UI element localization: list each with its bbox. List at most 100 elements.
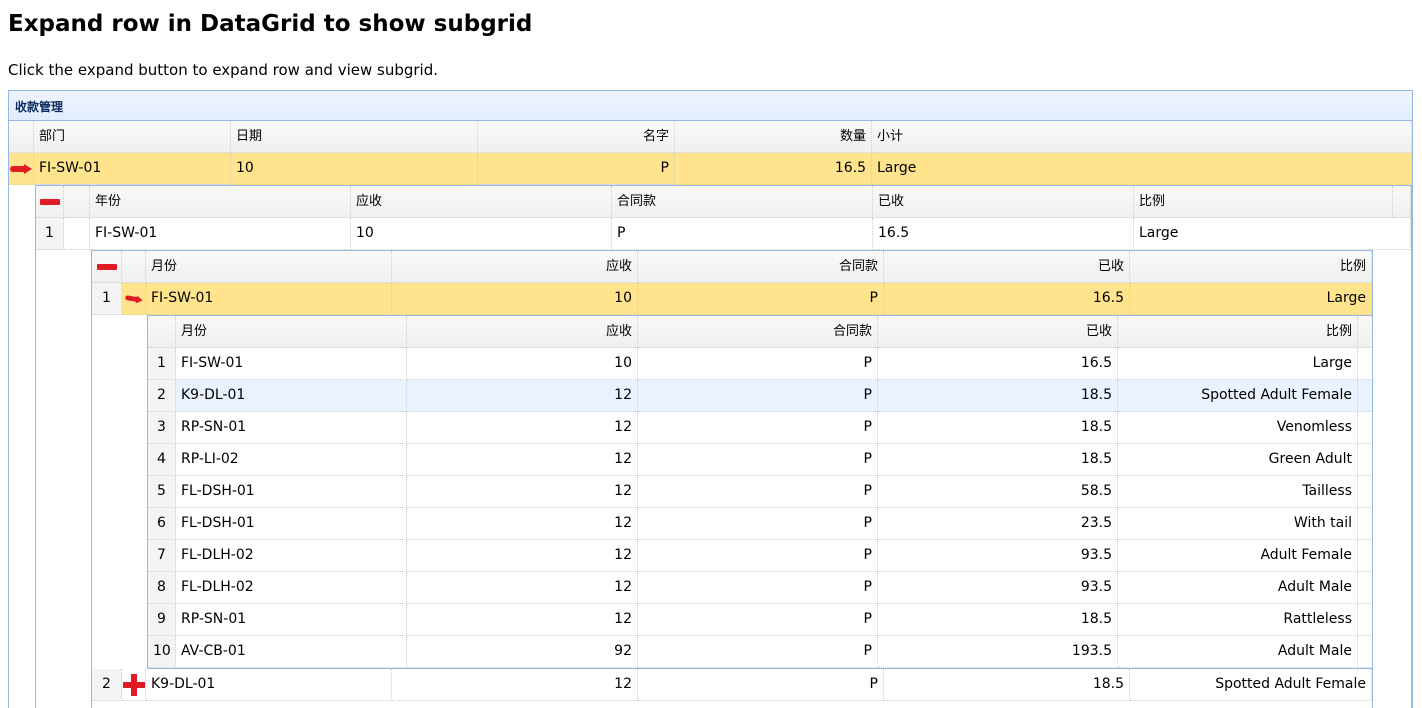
cell-receivable: 12 xyxy=(407,444,638,476)
cell-receivable: 12 xyxy=(392,669,638,701)
cell-received: 18.5 xyxy=(878,380,1118,412)
table-row[interactable]: 2 K9-DL-01 12 P 18.5 Spotted Adult Female xyxy=(148,380,1372,412)
column-header-month[interactable]: 月份 xyxy=(146,251,392,283)
row-number: 8 xyxy=(148,572,176,604)
red-arrow-icon[interactable] xyxy=(124,293,143,304)
row-number: 1 xyxy=(92,283,122,315)
cell-ratio: Large xyxy=(1118,348,1358,380)
row-number: 4 xyxy=(148,444,176,476)
cell-ratio: Adult Male xyxy=(1118,636,1358,668)
month-grid-row[interactable]: 1 FI-SW-01 10 P 16.5 Large xyxy=(92,283,1372,315)
cell-received: 93.5 xyxy=(878,540,1118,572)
table-row[interactable]: 6 FL-DSH-01 12 P 23.5 With tail xyxy=(148,508,1372,540)
table-row[interactable]: 5 FL-DSH-01 12 P 58.5 Tailless xyxy=(148,476,1372,508)
column-header-received[interactable]: 已收 xyxy=(873,186,1134,218)
main-datagrid: 部门 日期 名字 数量 小计 FI-SW-01 10 P 16.5 Large … xyxy=(9,121,1412,708)
cell-ratio: With tail xyxy=(1118,508,1358,540)
cell-subtotal: Large xyxy=(872,153,1412,185)
cell-month: K9-DL-01 xyxy=(176,380,407,412)
row-number: 9 xyxy=(148,604,176,636)
rownum-header-cell xyxy=(64,186,90,218)
expander-header-cell xyxy=(9,121,34,153)
scroll-gutter-cell xyxy=(1358,508,1372,540)
cell-ratio: Large xyxy=(1134,218,1411,250)
cell-contract: P xyxy=(638,572,878,604)
cell-month: FI-SW-01 xyxy=(176,348,407,380)
column-header-year[interactable]: 年份 xyxy=(90,186,351,218)
month-grid-row[interactable]: 2 K9-DL-01 12 P 18.5 Spotted Adult Femal… xyxy=(92,669,1372,701)
column-header-ratio[interactable]: 比例 xyxy=(1130,251,1372,283)
row-number: 1 xyxy=(148,348,176,380)
column-header-name[interactable]: 名字 xyxy=(478,121,675,153)
column-header-received[interactable]: 已收 xyxy=(884,251,1130,283)
column-header-received[interactable]: 已收 xyxy=(878,316,1118,348)
panel-title: 收款管理 xyxy=(15,100,64,114)
red-minus-icon[interactable] xyxy=(39,198,60,205)
row-number: 7 xyxy=(148,540,176,572)
page-title: Expand row in DataGrid to show subgrid xyxy=(8,11,533,37)
cell-ratio: Spotted Adult Female xyxy=(1118,380,1358,412)
cell-month: RP-SN-01 xyxy=(176,604,407,636)
red-minus-icon[interactable] xyxy=(96,263,117,270)
row-number: 10 xyxy=(148,636,176,668)
main-grid-row[interactable]: FI-SW-01 10 P 16.5 Large xyxy=(9,153,1412,185)
expander-cell[interactable] xyxy=(122,283,146,315)
cell-contract: P xyxy=(638,412,878,444)
cell-month: FI-SW-01 xyxy=(146,283,392,315)
detail-subgrid: 月份 应收 合同款 已收 比例 1 FI-SW-01 10 P 16.5 Large 2 K9… xyxy=(147,315,1372,669)
expander-cell[interactable] xyxy=(122,669,146,701)
column-header-qty[interactable]: 数量 xyxy=(675,121,872,153)
table-row[interactable]: 1 FI-SW-01 10 P 16.5 Large xyxy=(148,348,1372,380)
cell-receivable: 12 xyxy=(407,380,638,412)
table-row[interactable]: 8 FL-DLH-02 12 P 93.5 Adult Male xyxy=(148,572,1372,604)
table-row[interactable]: 9 RP-SN-01 12 P 18.5 Rattleless xyxy=(148,604,1372,636)
column-header-contract[interactable]: 合同款 xyxy=(638,316,878,348)
cell-receivable: 12 xyxy=(407,540,638,572)
cell-month: RP-SN-01 xyxy=(176,412,407,444)
row-number: 1 xyxy=(36,218,64,250)
cell-month: K9-DL-01 xyxy=(146,669,392,701)
column-header-ratio[interactable]: 比例 xyxy=(1118,316,1358,348)
table-row[interactable]: 7 FL-DLH-02 12 P 93.5 Adult Female xyxy=(148,540,1372,572)
cell-contract: P xyxy=(612,218,873,250)
cell-receivable: 12 xyxy=(407,572,638,604)
cell-ratio: Green Adult xyxy=(1118,444,1358,476)
row-number: 2 xyxy=(148,380,176,412)
column-header-contract[interactable]: 合同款 xyxy=(612,186,873,218)
table-row[interactable]: 3 RP-SN-01 12 P 18.5 Venomless xyxy=(148,412,1372,444)
column-header-date[interactable]: 日期 xyxy=(231,121,478,153)
expander-cell[interactable] xyxy=(9,153,34,185)
row-number: 5 xyxy=(148,476,176,508)
column-header-contract[interactable]: 合同款 xyxy=(638,251,884,283)
scroll-header-cell xyxy=(1358,316,1372,348)
column-header-receivable[interactable]: 应收 xyxy=(351,186,612,218)
cell-receivable: 10 xyxy=(351,218,612,250)
main-grid-header: 部门 日期 名字 数量 小计 xyxy=(9,121,1412,153)
cell-received: 93.5 xyxy=(878,572,1118,604)
red-arrow-icon[interactable] xyxy=(10,163,32,174)
year-grid-row[interactable]: 1 FI-SW-01 10 P 16.5 Large xyxy=(36,218,1411,250)
scroll-gutter-cell xyxy=(1358,444,1372,476)
collapse-header-cell[interactable] xyxy=(92,251,122,283)
collapse-header-cell[interactable] xyxy=(36,186,64,218)
detail-grid-header: 月份 应收 合同款 已收 比例 xyxy=(148,316,1372,348)
column-header-dept[interactable]: 部门 xyxy=(34,121,231,153)
cell-received: 18.5 xyxy=(878,444,1118,476)
cell-month: FL-DLH-02 xyxy=(176,572,407,604)
scroll-gutter-cell xyxy=(1358,636,1372,668)
red-plus-icon[interactable] xyxy=(122,673,145,696)
column-header-subtotal[interactable]: 小计 xyxy=(872,121,1412,153)
column-header-receivable[interactable]: 应收 xyxy=(407,316,638,348)
column-header-month[interactable]: 月份 xyxy=(176,316,407,348)
cell-ratio: Adult Female xyxy=(1118,540,1358,572)
cell-receivable: 12 xyxy=(407,412,638,444)
cell-ratio: Venomless xyxy=(1118,412,1358,444)
column-header-receivable[interactable]: 应收 xyxy=(392,251,638,283)
table-row[interactable]: 10 AV-CB-01 92 P 193.5 Adult Male xyxy=(148,636,1372,668)
row-number: 6 xyxy=(148,508,176,540)
column-header-ratio[interactable]: 比例 xyxy=(1134,186,1393,218)
page-description: Click the expand button to expand row an… xyxy=(8,61,439,79)
cell-contract: P xyxy=(638,540,878,572)
cell-contract: P xyxy=(638,669,884,701)
table-row[interactable]: 4 RP-LI-02 12 P 18.5 Green Adult xyxy=(148,444,1372,476)
